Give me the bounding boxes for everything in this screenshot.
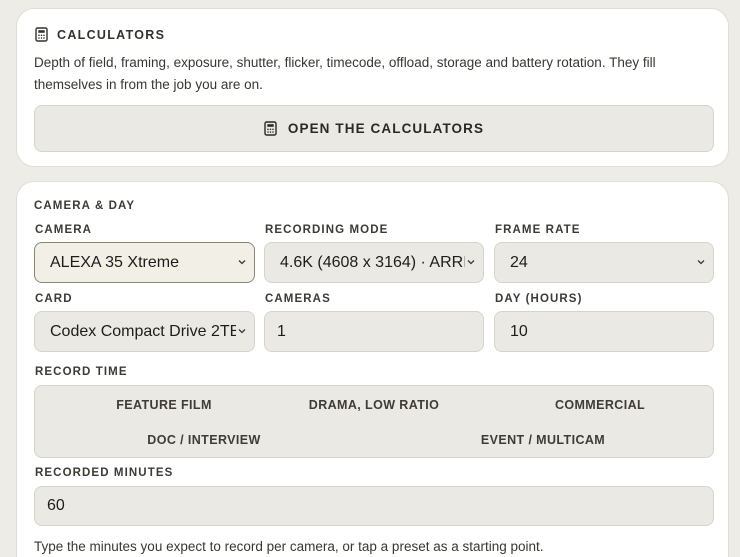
- recorded-minutes-value: 60: [47, 497, 65, 514]
- record-time-presets: FEATURE FILM DRAMA, LOW RATIO COMMERCIAL…: [34, 385, 714, 458]
- chevron-down-icon: [695, 256, 707, 268]
- open-calculators-label: OPEN THE CALCULATORS: [287, 121, 485, 136]
- card-label: CARD: [35, 293, 73, 305]
- preset-doc-interview[interactable]: DOC / INTERVIEW: [147, 433, 260, 447]
- preset-feature-film[interactable]: FEATURE FILM: [116, 398, 212, 412]
- preset-drama-low-ratio[interactable]: DRAMA, LOW RATIO: [309, 398, 439, 412]
- camera-day-card: CAMERA & DAY CAMERA RECORDING MODE FRAME…: [16, 181, 729, 557]
- recorded-minutes-label: RECORDED MINUTES: [35, 467, 174, 479]
- calculators-description: Depth of field, framing, exposure, shutt…: [34, 55, 656, 92]
- camera-value: ALEXA 35 Xtreme: [50, 253, 179, 271]
- recording-mode-label: RECORDING MODE: [265, 224, 389, 236]
- open-calculators-button[interactable]: OPEN THE CALCULATORS: [34, 105, 714, 152]
- chevron-down-icon: [236, 325, 248, 337]
- cameras-value: 1: [277, 322, 286, 340]
- camera-label: CAMERA: [35, 224, 93, 236]
- cameras-label: CAMERAS: [265, 293, 331, 305]
- frame-rate-label: FRAME RATE: [495, 224, 581, 236]
- record-time-label: RECORD TIME: [35, 366, 128, 378]
- recording-mode-value: 4.6K (4608 x 3164) · ARRIRAW: [280, 253, 472, 271]
- calculators-heading: CALCULATORS: [35, 27, 165, 42]
- calculators-card: CALCULATORS Depth of field, framing, exp…: [16, 8, 729, 167]
- day-hours-value: 10: [510, 322, 528, 340]
- recorded-minutes-input[interactable]: 60: [34, 486, 714, 526]
- preset-event-multicam[interactable]: EVENT / MULTICAM: [481, 433, 605, 447]
- card-select[interactable]: Codex Compact Drive 2TB: [34, 311, 255, 352]
- frame-rate-value: 24: [510, 253, 528, 271]
- recording-mode-select[interactable]: 4.6K (4608 x 3164) · ARRIRAW: [264, 242, 484, 283]
- calculators-title: CALCULATORS: [57, 27, 166, 42]
- day-hours-input[interactable]: 10: [494, 311, 714, 352]
- calculator-icon: [264, 121, 277, 136]
- camera-day-heading: CAMERA & DAY: [34, 200, 136, 212]
- day-hours-label: DAY (HOURS): [495, 293, 583, 305]
- card-value: Codex Compact Drive 2TB: [50, 322, 241, 340]
- frame-rate-select[interactable]: 24: [494, 242, 714, 283]
- chevron-down-icon: [236, 256, 248, 268]
- preset-commercial[interactable]: COMMERCIAL: [555, 398, 645, 412]
- cameras-input[interactable]: 1: [264, 311, 484, 352]
- recorded-minutes-hint: Type the minutes you expect to record pe…: [34, 539, 544, 554]
- calculator-icon: [35, 27, 48, 42]
- camera-select[interactable]: ALEXA 35 Xtreme: [34, 242, 255, 283]
- chevron-down-icon: [465, 256, 477, 268]
